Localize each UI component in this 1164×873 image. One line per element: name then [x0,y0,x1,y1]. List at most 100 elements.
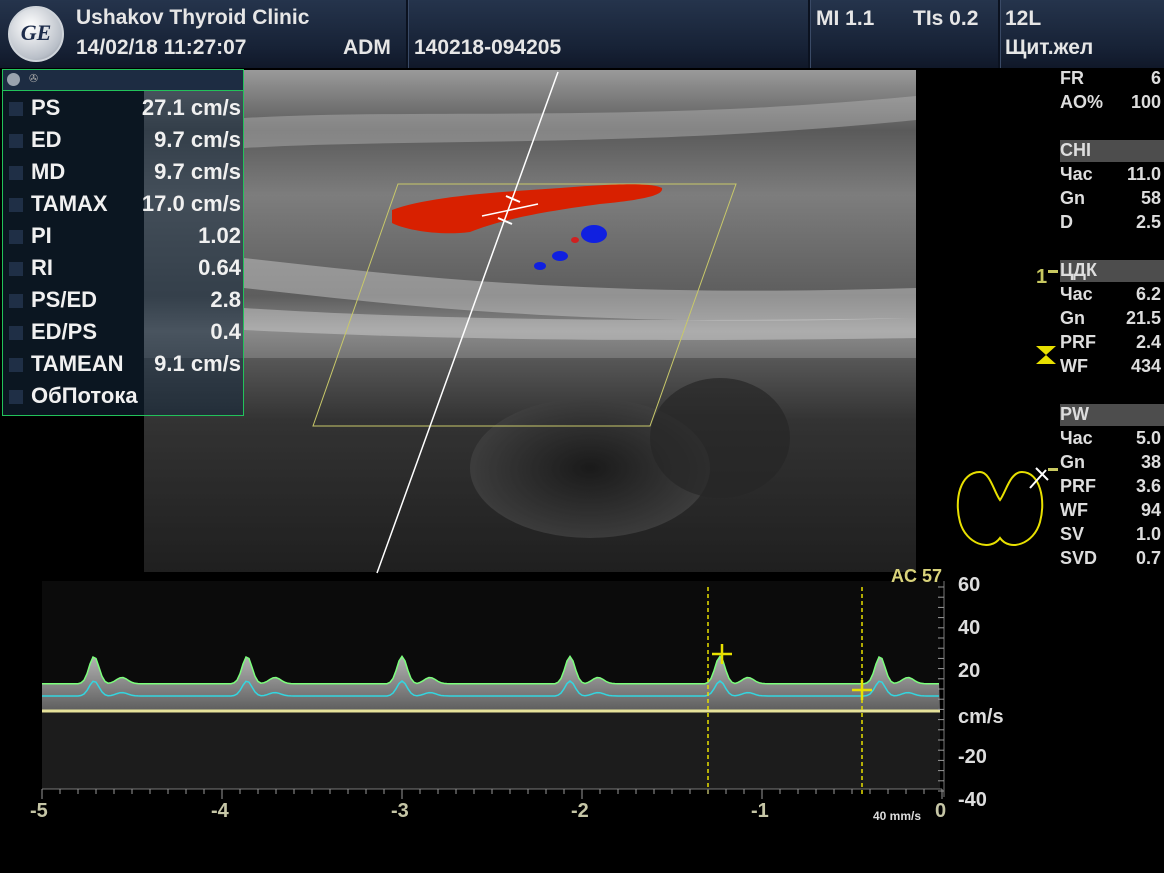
section-cdk[interactable]: ЦДК [1060,260,1164,282]
panel-titlebar: ✇ [3,70,243,91]
measurement-row[interactable]: MD 9.7 cm/s [3,157,243,188]
param-row: WF 434 [1060,356,1164,378]
x-tick-neg3: -3 [391,800,409,822]
param-value: 5.0 [1135,428,1161,448]
param-value: 1.0 [1135,524,1161,544]
param-value: 100 [1130,92,1161,112]
row-select-box[interactable] [9,198,23,212]
y-tick-neg40: -40 [958,789,987,811]
param-value: 6 [1150,68,1161,88]
param-row: WF 94 [1060,500,1164,522]
param-key: Gn [1060,452,1085,472]
row-select-box[interactable] [9,166,23,180]
row-select-box[interactable] [9,230,23,244]
section-chi[interactable]: CHI [1060,140,1164,162]
param-row: D 2.5 [1060,212,1164,234]
measurement-value: 27.1 cm/s [141,95,241,120]
row-select-box[interactable] [9,326,23,340]
velocity-unit: cm/s [958,706,1004,728]
param-value: 38 [1140,452,1161,472]
measurement-row[interactable]: PS 27.1 cm/s [3,93,243,124]
param-row: Gn 21.5 [1060,308,1164,330]
sweep-speed: 40 mm/s [873,809,922,823]
row-select-box[interactable] [9,262,23,276]
param-row: SV 1.0 [1060,524,1164,546]
panel-close-icon[interactable] [7,73,20,86]
measurement-row[interactable]: ED 9.7 cm/s [3,125,243,156]
param-value: 3.6 [1135,476,1161,496]
preset-name: Щит.жел [1005,36,1094,59]
x-tick-neg1: -1 [751,800,769,822]
measurement-value: 0.64 [198,255,241,280]
measurement-label: TAMAX [31,191,108,216]
measurement-value: 9.1 cm/s [154,351,241,376]
exam-datetime: 14/02/18 11:27:07 [76,36,247,59]
measurement-label: PI [31,223,52,248]
y-tick-40: 40 [958,617,981,639]
measurement-row[interactable]: PS/ED 2.8 [3,285,243,316]
param-row: Час 6.2 [1060,284,1164,306]
param-row: FR 6 [1060,68,1164,90]
param-key: PRF [1060,476,1096,496]
param-key: Час [1060,428,1093,448]
measurement-value: 17.0 cm/s [141,191,241,216]
param-key: WF [1060,356,1088,376]
panel-pin-icon[interactable]: ✇ [29,72,38,85]
param-row: SVD 0.7 [1060,548,1164,570]
param-value: 434 [1130,356,1161,376]
x-tick-neg2: -2 [571,800,589,822]
measurement-label: ED [31,127,62,152]
measurement-label: MD [31,159,66,184]
measurement-row[interactable]: PI 1.02 [3,221,243,252]
thyroid-pictogram-icon [956,467,1049,546]
ac-label: AC 57 [891,566,943,586]
param-row: Gn 38 [1060,452,1164,474]
param-row: Час 5.0 [1060,428,1164,450]
param-value: 58 [1140,188,1161,208]
row-select-box[interactable] [9,102,23,116]
param-value: 2.5 [1135,212,1161,232]
param-key: D [1060,212,1073,232]
measurement-row[interactable]: RI 0.64 [3,253,243,284]
param-key: Gn [1060,308,1085,328]
param-key: PRF [1060,332,1096,352]
probe-name: 12L [1005,7,1042,30]
y-tick-20: 20 [958,660,981,682]
y-tick-neg20: -20 [958,746,987,768]
study-id: 140218-094205 [414,36,562,59]
measurement-row[interactable]: TAMAX 17.0 cm/s [3,189,243,220]
section-title: CHI [1060,140,1091,160]
row-select-box[interactable] [9,358,23,372]
section-title: PW [1060,404,1089,424]
param-key: Час [1060,164,1093,184]
measurement-label: PS [31,95,61,120]
row-select-box[interactable] [9,390,23,404]
measurement-row[interactable]: ОбПотока [3,381,243,412]
spectral-doppler-trace [41,581,945,799]
measurement-row[interactable]: TAMEAN 9.1 cm/s [3,349,243,380]
row-select-box[interactable] [9,294,23,308]
param-key: FR [1060,68,1084,88]
param-key: Gn [1060,188,1085,208]
measurement-row[interactable]: ED/PS 0.4 [3,317,243,348]
focus-zone-icon[interactable] [1034,344,1058,366]
param-key: WF [1060,500,1088,520]
measurement-panel: ✇ PS 27.1 cm/s ED 9.7 cm/s MD 9.7 cm/s TAMAX 17… [2,69,244,416]
row-select-box[interactable] [9,134,23,148]
x-tick-neg4: -4 [211,800,229,822]
x-tick-neg5: -5 [30,800,48,822]
param-row: AO% 100 [1060,92,1164,114]
clinic-name: Ushakov Thyroid Clinic [76,6,310,29]
measurement-label: ОбПотока [31,383,138,408]
param-value: 94 [1140,500,1161,520]
param-row: PRF 3.6 [1060,476,1164,498]
section-pw[interactable]: PW [1060,404,1164,426]
section-title: ЦДК [1060,260,1097,280]
flow-blue-1 [581,225,607,243]
param-value: 6.2 [1135,284,1161,304]
param-value: 11.0 [1126,164,1161,184]
measurement-label: TAMEAN [31,351,124,376]
param-key: SV [1060,524,1085,544]
measurement-value: 0.4 [210,319,241,344]
param-key: SVD [1060,548,1098,568]
